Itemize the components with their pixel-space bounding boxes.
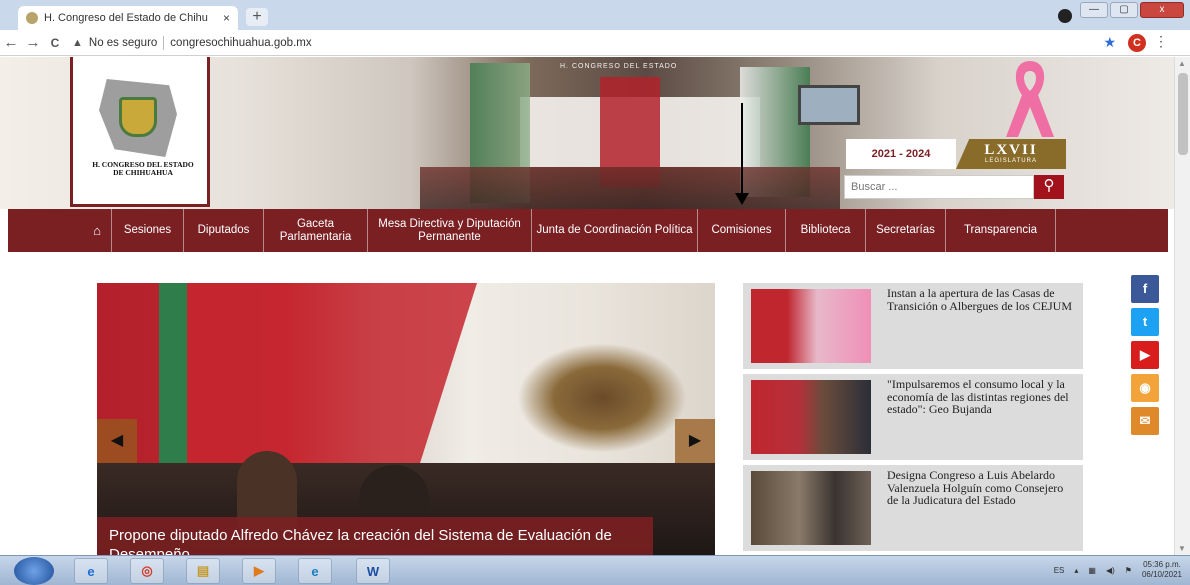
volume-icon[interactable]: ◀) <box>1106 566 1115 575</box>
maximize-button[interactable]: ▢ <box>1110 2 1138 18</box>
url-text: congresochihuahua.gob.mx <box>170 36 312 49</box>
tab-title: H. Congreso del Estado de Chihu <box>44 12 208 24</box>
social-links: f t ▶ ◉ ✉ <box>1131 275 1159 435</box>
favicon-icon <box>26 12 38 24</box>
youtube-icon[interactable]: ▶ <box>1131 341 1159 369</box>
omnibox-divider <box>163 35 165 50</box>
menu-item-mesa-directiva[interactable]: Mesa Directiva y Diputación Permanente <box>368 209 532 252</box>
scroll-down-icon[interactable]: ▼ <box>1178 544 1186 553</box>
tab-strip: H. Congreso del Estado de Chihu × + — ▢ … <box>0 0 1190 30</box>
coat-of-arms-icon <box>119 97 157 137</box>
clock[interactable]: 05:36 p.m. 06/10/2021 <box>1142 560 1182 580</box>
scroll-up-icon[interactable]: ▲ <box>1178 59 1186 68</box>
chrome-icon[interactable]: ◎ <box>130 558 164 584</box>
legislature-subtitle: LEGISLATURA <box>985 158 1037 164</box>
banner-screen <box>798 85 860 125</box>
logo-text-line2: DE CHIHUAHUA <box>113 168 173 177</box>
banner-inscription: H. CONGRESO DEL ESTADO <box>560 63 678 70</box>
menu-item-biblioteca[interactable]: Biblioteca <box>786 209 866 252</box>
start-button[interactable] <box>14 557 54 585</box>
page-viewport: H. CONGRESO DEL ESTADO H. CONGRESO DEL E… <box>0 57 1174 555</box>
ie-icon[interactable]: e <box>74 558 108 584</box>
legislature-years: 2021 - 2024 <box>846 139 956 169</box>
menu-item-sesiones[interactable]: Sesiones <box>112 209 184 252</box>
legislature-number: LXVII LEGISLATURA <box>956 139 1066 169</box>
warning-icon: ▲ <box>72 36 83 49</box>
word-icon[interactable]: W <box>356 558 390 584</box>
carousel-next-button[interactable]: ▶ <box>675 419 715 463</box>
legislature-roman: LXVII <box>984 142 1038 158</box>
browser-menu-icon[interactable]: ⋮ <box>1154 33 1168 50</box>
network-icon[interactable]: ▦ <box>1088 566 1096 575</box>
back-icon[interactable]: ← <box>0 34 22 51</box>
carousel-caption[interactable]: Propone diputado Alfredo Chávez la creac… <box>97 517 653 555</box>
file-explorer-icon[interactable]: ▤ <box>186 558 220 584</box>
logo-text: H. CONGRESO DEL ESTADO DE CHIHUAHUA <box>77 161 209 177</box>
search-input[interactable] <box>844 175 1034 199</box>
menu-item-comisiones[interactable]: Comisiones <box>698 209 786 252</box>
carousel-prev-button[interactable]: ◀ <box>97 419 137 463</box>
carousel-eagle <box>517 343 687 453</box>
flag-icon[interactable]: ⚑ <box>1125 566 1132 575</box>
menu-item-gaceta[interactable]: Gaceta Parlamentaria <box>264 209 368 252</box>
scroll-thumb[interactable] <box>1178 73 1188 155</box>
browser-toolbar: ← → C ▲ No es seguro congresochihuahua.g… <box>0 30 1190 56</box>
facebook-icon[interactable]: f <box>1131 275 1159 303</box>
browser-chrome: H. Congreso del Estado de Chihu × + — ▢ … <box>0 0 1190 56</box>
rss-icon[interactable]: ◉ <box>1131 374 1159 402</box>
banner-seats <box>420 167 840 209</box>
search-button[interactable]: ⚲ <box>1034 175 1064 199</box>
menu-item-secretarias[interactable]: Secretarías <box>866 209 946 252</box>
minimize-button[interactable]: — <box>1080 2 1108 18</box>
congress-logo[interactable]: H. CONGRESO DEL ESTADO DE CHIHUAHUA <box>70 57 210 207</box>
news-item[interactable]: "Impulsaremos el consumo local y la econ… <box>743 374 1083 460</box>
news-headline[interactable]: Designa Congreso a Luis Abelardo Valenzu… <box>887 469 1073 507</box>
bookmark-star-icon[interactable]: ★ <box>1103 34 1116 51</box>
twitter-icon[interactable]: t <box>1131 308 1159 336</box>
media-player-icon[interactable]: ▶ <box>242 558 276 584</box>
annotation-arrow-head <box>735 193 749 205</box>
edge-icon[interactable]: e <box>298 558 332 584</box>
new-tab-button[interactable]: + <box>246 8 268 26</box>
clock-date: 06/10/2021 <box>1141 570 1182 579</box>
forward-icon[interactable]: → <box>22 34 44 51</box>
email-icon[interactable]: ✉ <box>1131 407 1159 435</box>
news-thumbnail[interactable] <box>751 380 871 454</box>
news-headline[interactable]: Instan a la apertura de las Casas de Tra… <box>887 287 1073 312</box>
reload-icon[interactable]: C <box>44 36 66 50</box>
address-bar[interactable]: ▲ No es seguro congresochihuahua.gob.mx <box>72 35 312 50</box>
news-headline[interactable]: "Impulsaremos el consumo local y la econ… <box>887 378 1073 416</box>
menu-item-diputados[interactable]: Diputados <box>184 209 264 252</box>
menu-item-junta[interactable]: Junta de Coordinación Política <box>532 209 698 252</box>
annotation-arrow-line <box>741 103 743 195</box>
profile-avatar[interactable]: C <box>1128 34 1146 52</box>
windows-taskbar: e ◎ ▤ ▶ e W ES ▴ ▦ ◀) ⚑ 05:36 p.m. 06/10… <box>0 555 1190 585</box>
system-tray: ES ▴ ▦ ◀) ⚑ 05:36 p.m. 06/10/2021 <box>1054 560 1182 580</box>
pink-ribbon-icon <box>1006 61 1054 137</box>
news-thumbnail[interactable] <box>751 471 871 545</box>
main-menu: ⌂ Sesiones Diputados Gaceta Parlamentari… <box>8 209 1168 252</box>
page-scrollbar[interactable]: ▲ ▼ <box>1174 57 1190 555</box>
window-controls: — ▢ x <box>1080 2 1184 18</box>
news-carousel[interactable]: ◀ ▶ Propone diputado Alfredo Chávez la c… <box>97 283 715 555</box>
menu-item-transparencia[interactable]: Transparencia <box>946 209 1056 252</box>
tab-close-icon[interactable]: × <box>223 11 230 25</box>
news-item[interactable]: Instan a la apertura de las Casas de Tra… <box>743 283 1083 369</box>
home-icon[interactable]: ⌂ <box>8 209 112 252</box>
clock-time: 05:36 p.m. <box>1143 560 1181 569</box>
insecure-label: No es seguro <box>88 36 158 49</box>
close-window-button[interactable]: x <box>1140 2 1184 18</box>
browser-tab[interactable]: H. Congreso del Estado de Chihu × <box>18 6 238 30</box>
news-thumbnail[interactable] <box>751 289 871 363</box>
legislature-badge: 2021 - 2024 LXVII LEGISLATURA <box>846 139 1066 169</box>
profile-dot-icon[interactable] <box>1058 9 1072 23</box>
news-item[interactable]: Designa Congreso a Luis Abelardo Valenzu… <box>743 465 1083 551</box>
header-banner: H. CONGRESO DEL ESTADO H. CONGRESO DEL E… <box>0 57 1174 209</box>
language-indicator[interactable]: ES <box>1054 566 1065 575</box>
tray-arrow-icon[interactable]: ▴ <box>1074 566 1078 575</box>
